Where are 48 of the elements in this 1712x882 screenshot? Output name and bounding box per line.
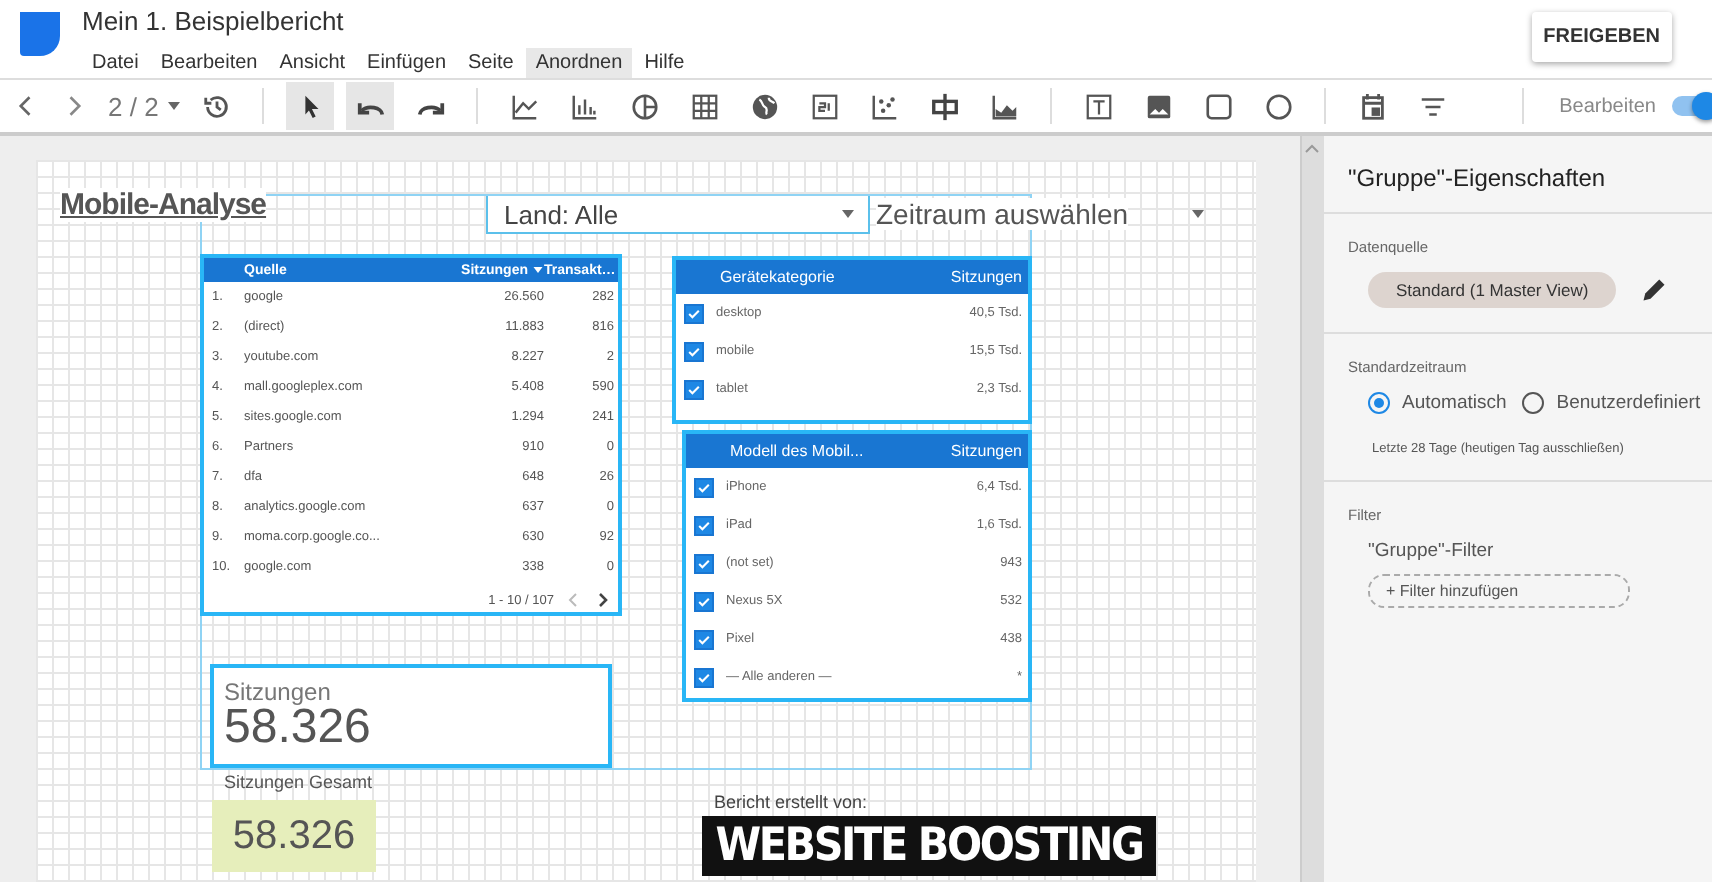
column-header: Modell des Mobil... [730,442,864,460]
select-tool-icon[interactable] [286,82,335,130]
checkbox[interactable] [694,553,714,573]
menu-item[interactable]: Einfügen [357,48,457,78]
scorecard-value: 58.326 [224,704,373,752]
checkbox[interactable] [694,591,714,611]
total-value: 58.326 [212,800,376,872]
column-header: Gerätekategorie [720,268,835,286]
brand-logo: WEBSITE BOOSTING [702,816,1156,876]
caret-icon[interactable] [840,206,856,222]
column-header: Sitzungen [950,268,1022,286]
menu-item[interactable]: Seite [458,48,524,78]
filter-name: "Gruppe"-Filter [1366,540,1496,562]
report-heading: Mobile-Analyse [60,188,267,222]
checkbox[interactable] [684,341,704,361]
checkbox[interactable] [684,379,704,399]
checkbox[interactable] [694,629,714,649]
column-header: Sitzungen [950,442,1022,460]
edit-mode-label: Bearbeiten [1559,95,1656,117]
menu-item[interactable]: Datei [82,48,149,78]
total-label: Sitzungen Gesamt [224,772,373,792]
checkbox[interactable] [694,515,714,535]
country-filter-dropdown[interactable]: Land: Alle [486,194,870,234]
menu-item[interactable]: Bearbeiten [150,48,268,78]
credit-text: Bericht erstellt von: [714,792,868,812]
next-page-icon[interactable] [594,592,610,608]
panel-title: "Gruppe"-Eigenschaften [1324,136,1712,214]
undo-tool-icon[interactable] [346,82,395,130]
menu-item[interactable]: Hilfe [634,48,695,78]
radio-option[interactable]: Benutzerdefiniert [1522,392,1701,414]
radio-option[interactable]: Automatisch [1368,392,1507,414]
app-logo-icon [20,12,60,56]
report-title[interactable]: Mein 1. Beispielbericht [82,6,344,36]
edit-mode-toggle[interactable] [1672,96,1712,116]
add-filter-button[interactable]: + Filter hinzufügen [1368,574,1630,608]
checkbox[interactable] [694,477,714,497]
page-selector[interactable]: 2 / 2 [108,91,159,121]
data-source-chip[interactable]: Standard (1 Master View) [1368,272,1617,308]
checkbox[interactable] [684,303,704,323]
edit-icon[interactable] [1640,276,1669,304]
caret-icon[interactable] [1190,206,1206,222]
menu-item[interactable]: Anordnen [525,48,633,78]
menu-item[interactable]: Ansicht [269,48,356,78]
caret-icon[interactable] [166,98,183,114]
share-button[interactable]: FREIGEBEN [1531,12,1672,62]
sort-caret-icon[interactable] [532,264,544,276]
scorecard-label: Sitzungen [224,680,333,704]
checkbox[interactable] [694,667,714,687]
